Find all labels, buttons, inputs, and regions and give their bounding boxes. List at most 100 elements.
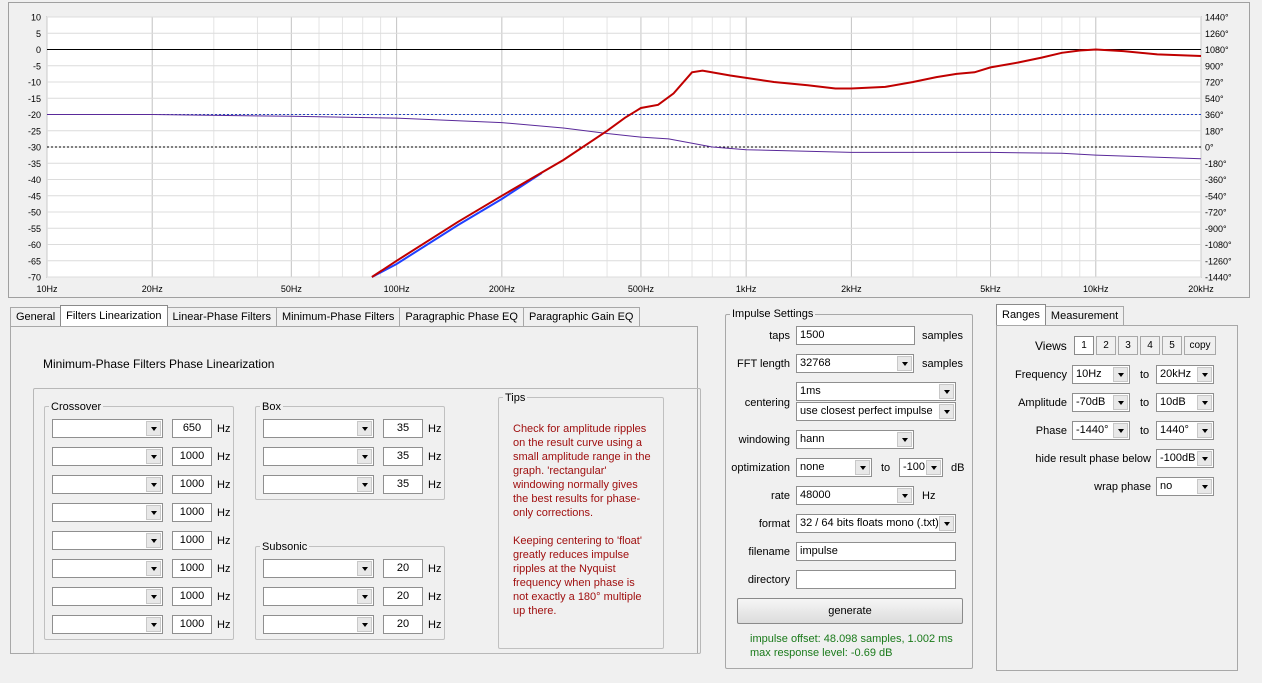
amplitude-tick-label: -45: [28, 191, 41, 201]
crossover-hz-unit: Hz: [217, 619, 231, 631]
tab-general[interactable]: General: [10, 307, 62, 326]
phase-tick-label: -180°: [1205, 159, 1227, 169]
amplitude-tick-label: -15: [28, 94, 41, 104]
amplitude-tick-label: -30: [28, 143, 41, 153]
box-type-select[interactable]: [263, 419, 374, 438]
tab-measurement[interactable]: Measurement: [1044, 306, 1125, 325]
chevron-down-icon: [897, 356, 912, 371]
tab-ranges[interactable]: Ranges: [996, 304, 1046, 325]
crossover-frequency-input[interactable]: 1000: [172, 559, 212, 578]
optimization-label: optimization: [731, 462, 790, 474]
filename-label: filename: [748, 546, 790, 558]
taps-label: taps: [769, 330, 790, 342]
crossover-hz-unit: Hz: [217, 591, 231, 603]
optimization-select[interactable]: none: [796, 458, 872, 477]
directory-input[interactable]: [796, 570, 956, 589]
filename-input[interactable]: impulse: [796, 542, 956, 561]
subsonic-type-select[interactable]: [263, 559, 374, 578]
phase-from-select[interactable]: -1440°: [1072, 421, 1130, 440]
frequency-from-select[interactable]: 10Hz: [1072, 365, 1130, 384]
subsonic-frequency-input[interactable]: 20: [383, 587, 423, 606]
centering-mode-select[interactable]: use closest perfect impulse: [796, 402, 956, 421]
optimization-to-label: to: [881, 462, 891, 474]
phase-tick-label: 0°: [1205, 143, 1214, 153]
crossover-type-select[interactable]: [52, 587, 163, 606]
crossover-type-select[interactable]: [52, 503, 163, 522]
view-button-2[interactable]: 2: [1096, 336, 1116, 355]
amplitude-tick-label: -40: [28, 175, 41, 185]
format-select[interactable]: 32 / 64 bits floats mono (.txt): [796, 514, 956, 533]
response-graph[interactable]: 10 5 0 -5 -10 -15 -20 -25 -30 -35 -40 -45 -50 -55 -60 -…: [8, 2, 1250, 298]
wrap-phase-select[interactable]: no: [1156, 477, 1214, 496]
graph-svg: 10 5 0 -5 -10 -15 -20 -25 -30 -35 -40 -45 -50 -55 -60 -…: [28, 13, 1232, 295]
wrap-phase-label: wrap phase: [1094, 481, 1151, 493]
frequency-tick-label: 5kHz: [980, 284, 1001, 294]
taps-input[interactable]: 1500: [796, 326, 915, 345]
crossover-frequency-input[interactable]: 1000: [172, 503, 212, 522]
amplitude-tick-label: -55: [28, 224, 41, 234]
crossover-label: Crossover: [49, 401, 104, 413]
subsonic-hz-unit: Hz: [428, 591, 442, 603]
amplitude-to-select[interactable]: 10dB: [1156, 393, 1214, 412]
views-label: Views: [1035, 339, 1067, 353]
tab-paragraphic-phase-eq[interactable]: Paragraphic Phase EQ: [399, 307, 524, 326]
view-button-5[interactable]: 5: [1162, 336, 1182, 355]
amplitude-tick-label: -60: [28, 240, 41, 250]
rate-select[interactable]: 48000: [796, 486, 914, 505]
tab-paragraphic-gain-eq[interactable]: Paragraphic Gain EQ: [522, 307, 640, 326]
view-button-3[interactable]: 3: [1118, 336, 1138, 355]
chevron-down-icon: [1197, 479, 1212, 494]
crossover-frequency-input[interactable]: 1000: [172, 587, 212, 606]
frequency-tick-label: 200Hz: [489, 284, 516, 294]
crossover-type-select[interactable]: [52, 447, 163, 466]
box-type-select[interactable]: [263, 447, 374, 466]
subsonic-hz-unit: Hz: [428, 619, 442, 631]
view-button-4[interactable]: 4: [1140, 336, 1160, 355]
generate-button[interactable]: generate: [737, 598, 963, 624]
subsonic-type-select[interactable]: [263, 587, 374, 606]
box-type-select[interactable]: [263, 475, 374, 494]
windowing-select[interactable]: hann: [796, 430, 914, 449]
crossover-frequency-input[interactable]: 650: [172, 419, 212, 438]
tab-linear-phase-filters[interactable]: Linear-Phase Filters: [166, 307, 277, 326]
frequency-label: Frequency: [1015, 369, 1067, 381]
crossover-frequency-input[interactable]: 1000: [172, 615, 212, 634]
optimization-db-select[interactable]: -100: [899, 458, 943, 477]
crossover-frequency-input[interactable]: 1000: [172, 531, 212, 550]
chevron-down-icon: [146, 589, 161, 604]
crossover-type-select[interactable]: [52, 531, 163, 550]
amplitude-from-select[interactable]: -70dB: [1072, 393, 1130, 412]
crossover-frequency-input[interactable]: 1000: [172, 475, 212, 494]
crossover-type-select[interactable]: [52, 615, 163, 634]
view-button-1[interactable]: 1: [1074, 336, 1094, 355]
subsonic-type-select[interactable]: [263, 615, 374, 634]
subsonic-frequency-input[interactable]: 20: [383, 559, 423, 578]
phase-to-select[interactable]: 1440°: [1156, 421, 1214, 440]
box-frequency-input[interactable]: 35: [383, 419, 423, 438]
crossover-frequency-input[interactable]: 1000: [172, 447, 212, 466]
fft-length-select[interactable]: 32768: [796, 354, 914, 373]
phase-tick-label: 1440°: [1205, 13, 1229, 23]
chevron-down-icon: [1113, 423, 1128, 438]
subsonic-frequency-input[interactable]: 20: [383, 615, 423, 634]
amplitude-tick-label: -20: [28, 110, 41, 120]
tab-minimum-phase-filters[interactable]: Minimum-Phase Filters: [275, 307, 401, 326]
chevron-down-icon: [357, 421, 372, 436]
copy-view-button[interactable]: copy: [1184, 336, 1216, 355]
rate-unit: Hz: [922, 490, 936, 502]
frequency-tick-label: 2kHz: [841, 284, 862, 294]
amplitude-tick-label: -5: [33, 61, 41, 71]
crossover-type-select[interactable]: [52, 475, 163, 494]
crossover-type-select[interactable]: [52, 419, 163, 438]
frequency-to-select[interactable]: 20kHz: [1156, 365, 1214, 384]
tab-filters-linearization[interactable]: Filters Linearization: [60, 305, 168, 326]
crossover-type-select[interactable]: [52, 559, 163, 578]
phase-tick-label: 1080°: [1205, 45, 1229, 55]
box-frequency-input[interactable]: 35: [383, 447, 423, 466]
hide-result-phase-select[interactable]: -100dB: [1156, 449, 1214, 468]
centering-select[interactable]: 1ms: [796, 382, 956, 401]
chevron-down-icon: [1113, 395, 1128, 410]
box-frequency-input[interactable]: 35: [383, 475, 423, 494]
hide-result-phase-label: hide result phase below: [1035, 453, 1151, 465]
frequency-tick-label: 10Hz: [36, 284, 58, 294]
